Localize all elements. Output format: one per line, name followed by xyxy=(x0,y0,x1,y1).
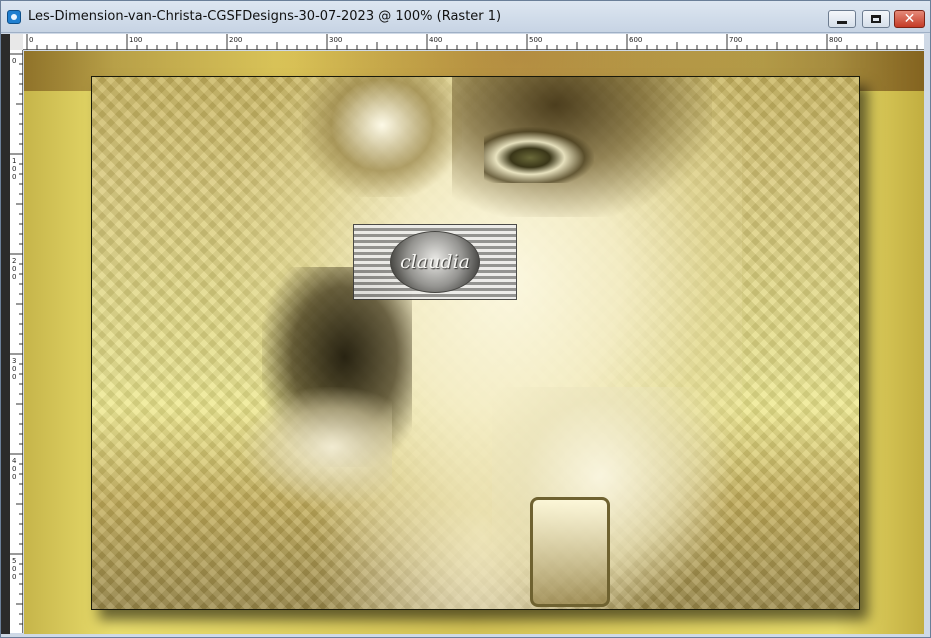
hand-region xyxy=(492,387,732,609)
maximize-icon xyxy=(871,15,881,23)
ruler-label: 0 xyxy=(12,565,16,573)
left-finger xyxy=(242,387,392,507)
ruler-label: 0 xyxy=(29,36,33,44)
close-icon: ✕ xyxy=(903,11,916,27)
ruler-label: 0 xyxy=(12,173,16,181)
paintshop-pro-icon[interactable] xyxy=(7,10,21,24)
horizontal-ruler[interactable]: 0 100 200 300 400 500 600 700 800 xyxy=(23,34,924,50)
minimize-icon xyxy=(837,20,847,24)
ruler-label: 400 xyxy=(429,36,442,44)
ruler-label: 300 xyxy=(329,36,342,44)
ruler-label: 0 xyxy=(12,265,16,273)
vertical-ruler-ticks: 0100200300400500 xyxy=(10,53,23,625)
ruler-label: 0 xyxy=(12,373,16,381)
ruler-label: 0 xyxy=(12,57,16,65)
ruler-label: 200 xyxy=(229,36,242,44)
ruler-label: 3 xyxy=(12,357,16,365)
ruler-label: 500 xyxy=(529,36,542,44)
ruler-label: 0 xyxy=(12,573,16,581)
ruler-label: 0 xyxy=(12,273,16,281)
ruler-label: 5 xyxy=(12,557,16,565)
ruler-label: 4 xyxy=(12,457,17,465)
crystal-ornament xyxy=(302,77,462,197)
ruler-label: 0 xyxy=(12,465,16,473)
ruler-label: 100 xyxy=(129,36,142,44)
watermark-text: claudia xyxy=(400,251,470,273)
horizontal-ruler-ticks: 0 100 200 300 400 500 600 700 800 xyxy=(26,34,918,50)
ruler-corner xyxy=(10,34,23,50)
title-bar[interactable]: Les-Dimension-van-Christa-CGSFDesigns-30… xyxy=(1,1,930,33)
ring-ornament xyxy=(530,497,610,607)
window-title: Les-Dimension-van-Christa-CGSFDesigns-30… xyxy=(28,9,502,24)
ruler-label: 1 xyxy=(12,157,16,165)
ruler-label: 600 xyxy=(629,36,642,44)
ruler-label: 0 xyxy=(12,473,16,481)
image-frame[interactable]: claudia xyxy=(91,76,860,610)
close-button[interactable]: ✕ xyxy=(894,10,925,28)
eye-region xyxy=(484,127,594,183)
ruler-label: 0 xyxy=(12,365,16,373)
canvas-area[interactable]: claudia xyxy=(24,51,924,634)
watermark-logo: claudia xyxy=(390,231,480,293)
maximize-button[interactable] xyxy=(862,10,890,28)
vertical-ruler[interactable]: 0100200300400500 xyxy=(10,50,23,633)
ruler-label: 0 xyxy=(12,165,16,173)
image-window: Les-Dimension-van-Christa-CGSFDesigns-30… xyxy=(0,0,931,638)
left-border xyxy=(1,34,10,634)
minimize-button[interactable] xyxy=(828,10,856,28)
ruler-label: 800 xyxy=(829,36,842,44)
ruler-label: 2 xyxy=(12,257,16,265)
watermark: claudia xyxy=(353,224,517,300)
ruler-label: 700 xyxy=(729,36,742,44)
